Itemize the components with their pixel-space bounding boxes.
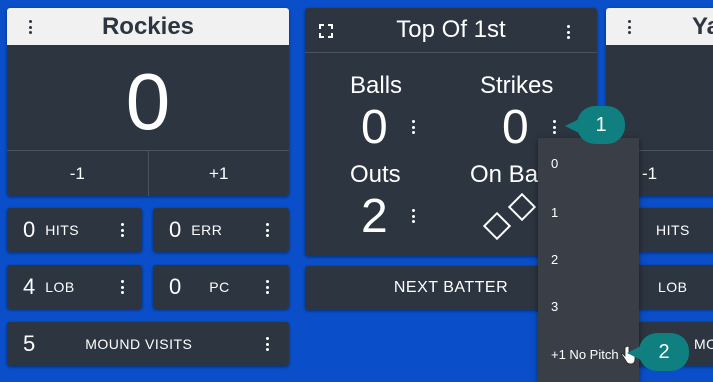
right-team-name: Ya: [692, 12, 713, 40]
callout-2: 2: [627, 333, 691, 371]
pc-value: 0: [169, 274, 182, 299]
strikes-value: 0: [502, 101, 529, 154]
right-mound-label: MOU: [694, 336, 713, 352]
team-menu-kebab-icon[interactable]: [26, 20, 34, 34]
balls-label: Balls: [350, 72, 403, 99]
strikes-option-3[interactable]: 3: [538, 283, 639, 329]
outs-menu-kebab-icon[interactable]: [409, 209, 417, 223]
err-value: 0: [169, 217, 182, 242]
outs-label: Outs: [350, 161, 401, 188]
mound-visits-tile[interactable]: 5 MOUND VISITS: [7, 322, 289, 366]
next-batter-label: NEXT BATTER: [393, 279, 509, 296]
inning-title: Top Of 1st: [396, 16, 506, 43]
right-lob-label: LOB: [658, 279, 688, 295]
left-team-card: Rockies 0 -1 +1: [7, 8, 289, 196]
hits-label: HITS: [45, 222, 80, 238]
right-team-name-header: Ya: [606, 8, 713, 45]
lob-value: 4: [23, 274, 36, 299]
hits-value: 0: [23, 217, 36, 242]
pc-tile[interactable]: 0 PC: [153, 265, 289, 309]
right-hits-label: HITS: [656, 222, 690, 238]
team-name: Rockies: [101, 12, 195, 40]
callout-1-badge: 1: [577, 106, 625, 144]
lob-tile[interactable]: 4 LOB: [7, 265, 142, 309]
pc-label: PC: [209, 279, 230, 295]
score-minus-button[interactable]: -1: [7, 151, 148, 196]
lob-menu-kebab-icon[interactable]: [118, 280, 126, 294]
strikes-option-2[interactable]: 2: [538, 236, 639, 282]
err-tile[interactable]: 0 ERR: [153, 208, 289, 252]
mound-visits-menu-kebab-icon[interactable]: [263, 337, 271, 351]
callout-2-badge: 2: [639, 333, 689, 371]
score-plus-button[interactable]: +1: [147, 151, 290, 196]
team-name-header: Rockies: [7, 8, 289, 45]
score-adjust-row: -1 +1: [7, 150, 289, 196]
inning-menu-kebab-icon[interactable]: [564, 25, 572, 39]
hits-tile[interactable]: 0 HITS: [7, 208, 142, 252]
strikes-menu-kebab-icon[interactable]: [550, 120, 558, 134]
balls-value: 0: [361, 101, 388, 154]
err-label: ERR: [191, 222, 223, 238]
right-team-menu-kebab-icon[interactable]: [625, 20, 633, 34]
third-base[interactable]: [482, 211, 512, 241]
strikes-label: Strikes: [480, 72, 554, 99]
strikes-option-1[interactable]: 1: [538, 189, 639, 235]
bases-diamond-icon[interactable]: [478, 192, 538, 244]
team-score: 0: [125, 57, 171, 146]
second-base[interactable]: [507, 192, 537, 222]
balls-menu-kebab-icon[interactable]: [409, 120, 417, 134]
outs-value: 2: [361, 190, 388, 243]
lob-label: LOB: [45, 279, 75, 295]
err-menu-kebab-icon[interactable]: [263, 223, 271, 237]
callout-1: 1: [565, 106, 625, 144]
mound-visits-value: 5: [23, 331, 36, 356]
hits-menu-kebab-icon[interactable]: [118, 223, 126, 237]
header-divider: [305, 52, 597, 53]
on-base-label: On Ba: [470, 161, 539, 188]
strikes-dropdown-menu: 0 1 2 3 +1 No Pitch: [538, 138, 639, 382]
pc-menu-kebab-icon[interactable]: [263, 280, 271, 294]
mound-visits-label: MOUND VISITS: [85, 336, 193, 352]
strikes-option-0[interactable]: 0: [538, 140, 639, 186]
